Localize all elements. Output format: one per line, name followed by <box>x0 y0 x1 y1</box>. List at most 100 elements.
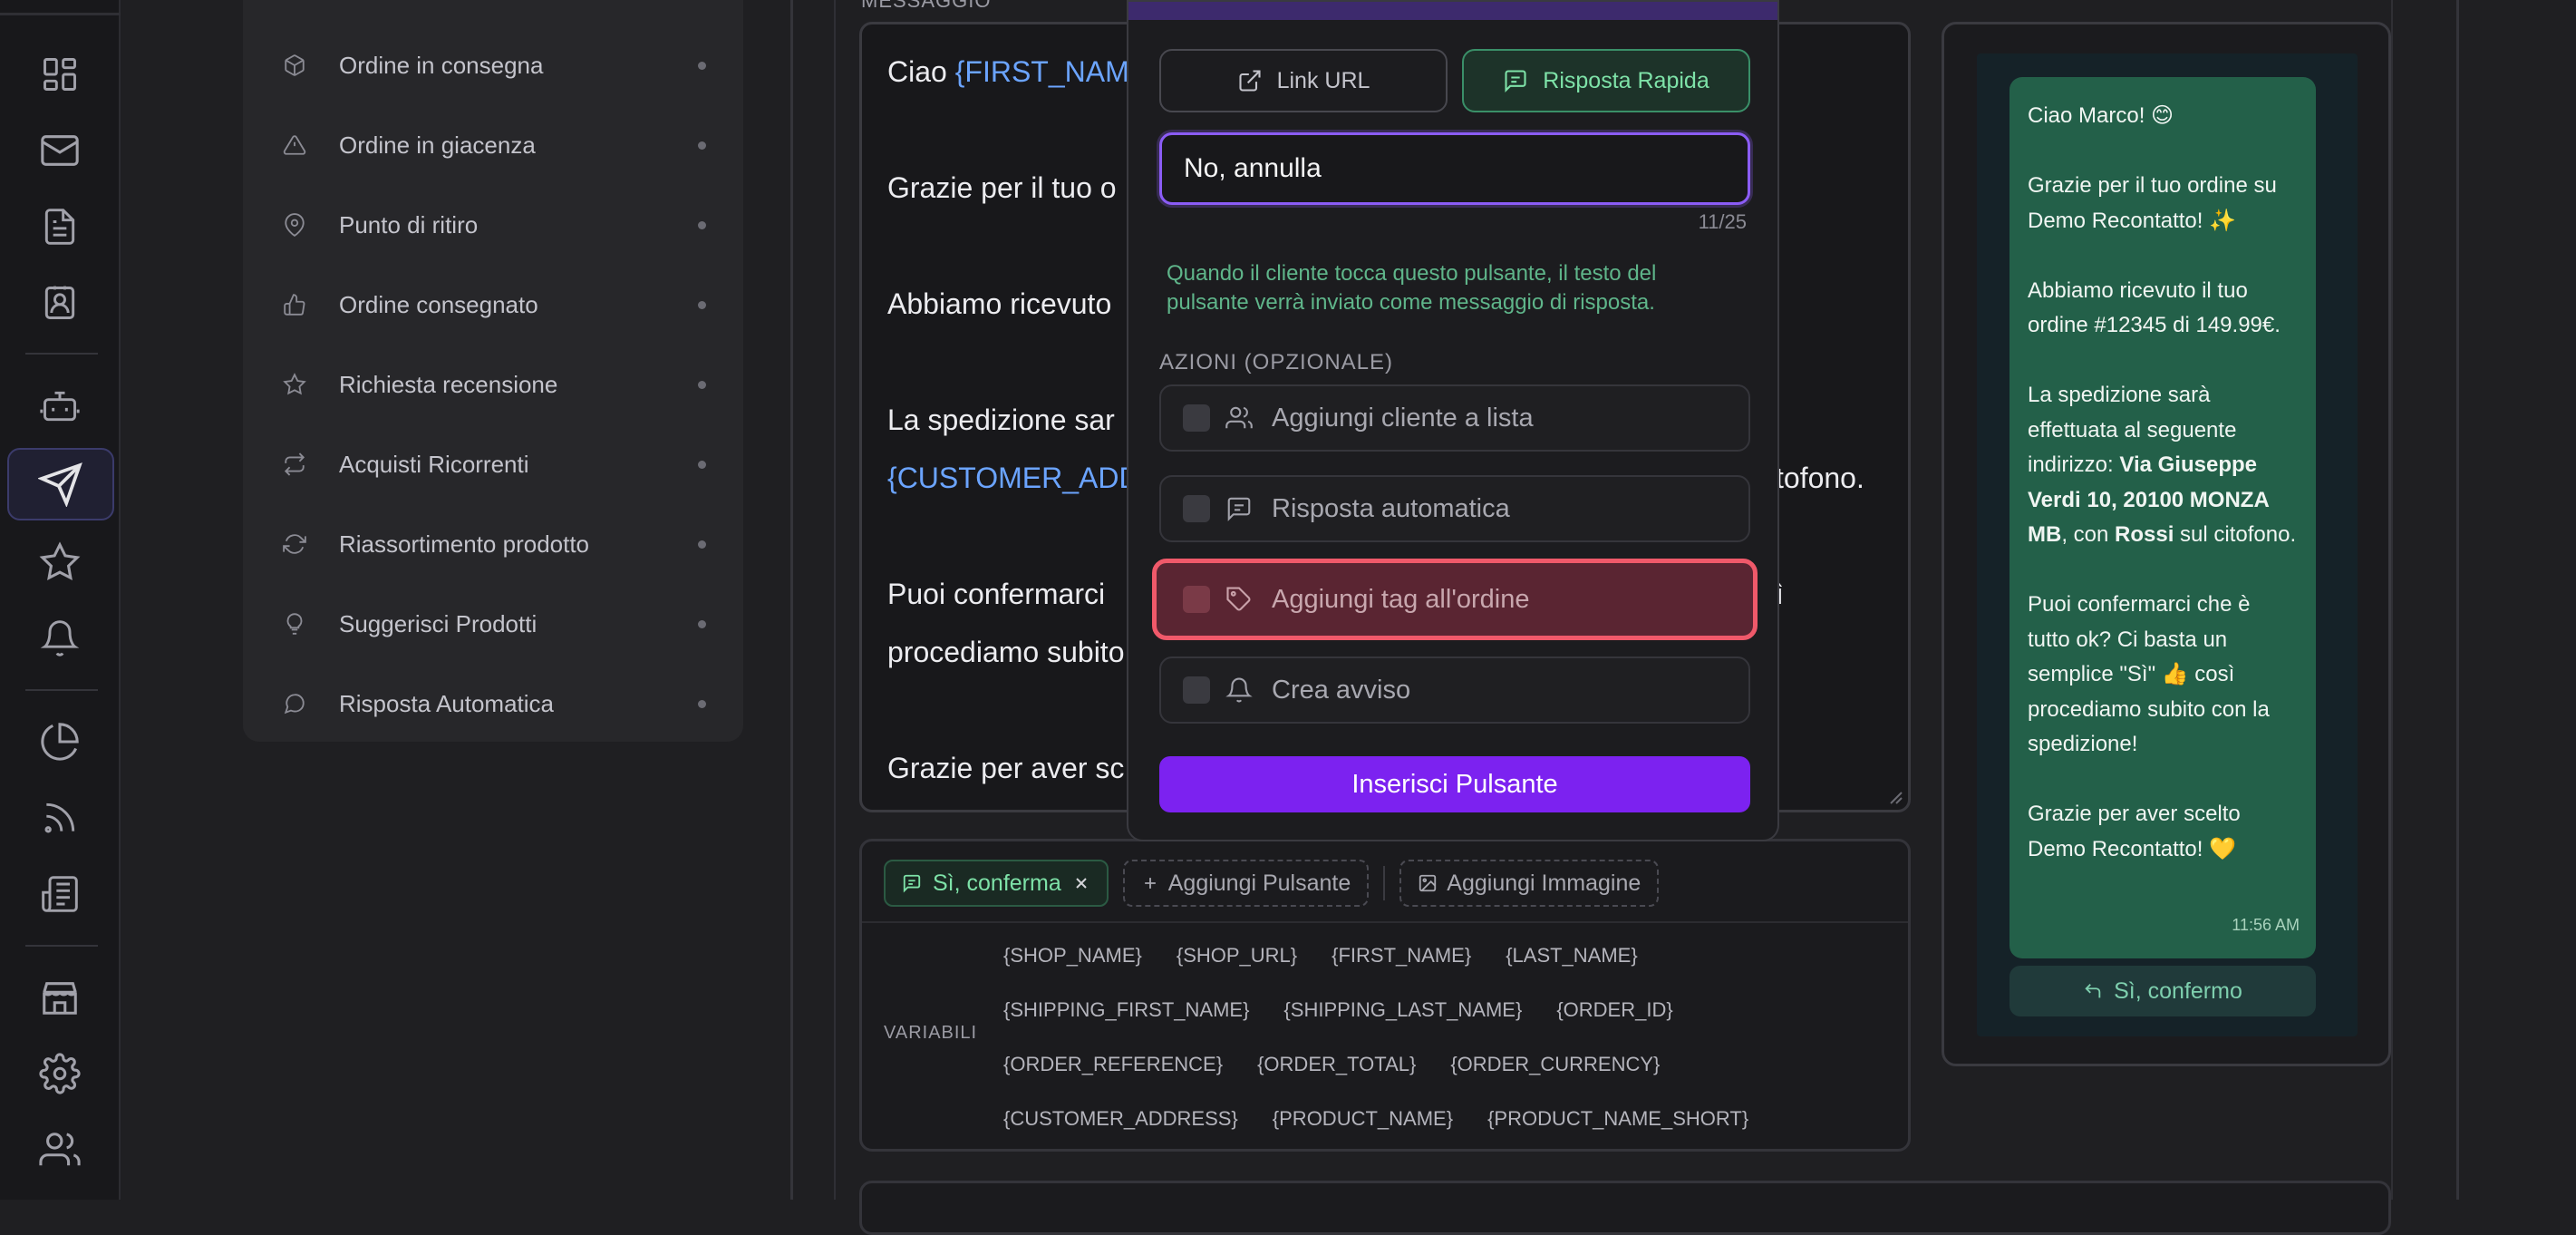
editor-line: tofono. <box>1776 462 1864 494</box>
rss-icon[interactable] <box>33 791 87 845</box>
chip-label: Sì, conferma <box>933 870 1061 896</box>
button-label-input[interactable]: No, annulla <box>1159 132 1750 205</box>
add-image-button[interactable]: Aggiungi Immagine <box>1399 860 1660 907</box>
action-label: Risposta automatica <box>1272 493 1510 523</box>
variable-chip[interactable]: {SHOP_NAME} <box>1003 944 1142 968</box>
plus-icon <box>1141 874 1159 892</box>
variable-chip[interactable]: {ORDER_TOTAL} <box>1257 1053 1416 1076</box>
users-icon[interactable] <box>33 1123 87 1177</box>
external-link-icon <box>1237 68 1263 93</box>
editor-line: Ciao {FIRST_NAM <box>887 55 1129 89</box>
mail-icon[interactable] <box>33 123 87 178</box>
bubble-text: sul citofono. <box>2174 522 2297 547</box>
whatsapp-preview: Ciao Marco! 😊 Grazie per il tuo ordine s… <box>1942 22 2391 1066</box>
list-item-label: Ordine in consegna <box>339 51 544 79</box>
insert-button[interactable]: Inserisci Pulsante <box>1159 756 1750 812</box>
next-section-card <box>859 1181 2391 1235</box>
message-bubble: Ciao Marco! 😊 Grazie per il tuo ordine s… <box>2009 77 2316 958</box>
rail-separator <box>25 945 98 947</box>
editor-line: Grazie per aver sc <box>887 752 1125 784</box>
message-timestamp: 11:56 AM <box>2232 915 2300 934</box>
document-icon[interactable] <box>33 199 87 254</box>
store-icon[interactable] <box>33 970 87 1025</box>
variable-chip[interactable]: {ORDER_CURRENCY} <box>1450 1053 1660 1076</box>
action-create-alert[interactable]: Crea avviso <box>1159 656 1750 724</box>
bubble-paragraph: Puoi confermarci che è tutto ok? Ci bast… <box>2028 592 2270 756</box>
checkbox[interactable] <box>1183 586 1210 613</box>
close-icon[interactable] <box>1072 874 1090 892</box>
list-item[interactable]: Acquisti Ricorrenti <box>243 424 743 504</box>
variable-chip[interactable]: {SHIPPING_LAST_NAME} <box>1283 998 1522 1022</box>
users-icon <box>1225 404 1254 433</box>
add-button-button[interactable]: Aggiungi Pulsante <box>1122 860 1370 907</box>
status-dot <box>698 460 706 469</box>
variable-chip[interactable]: {SHIPPING_FIRST_NAME} <box>1003 998 1249 1022</box>
link-url-toggle[interactable]: Link URL <box>1159 49 1448 112</box>
tag-icon <box>1225 585 1254 614</box>
character-counter: 11/25 <box>1698 210 1747 233</box>
action-auto-reply[interactable]: Risposta automatica <box>1159 475 1750 542</box>
checkbox[interactable] <box>1183 404 1210 432</box>
list-item[interactable]: Richiesta recensione <box>243 345 743 424</box>
repeat-icon <box>281 451 308 478</box>
variable-token: {FIRST_NAM <box>954 55 1129 88</box>
action-label: Aggiungi tag all'ordine <box>1272 584 1530 614</box>
action-add-order-tag[interactable]: Aggiungi tag all'ordine <box>1152 559 1758 640</box>
reply-arrow-icon <box>2083 981 2103 1001</box>
resize-handle-icon[interactable] <box>1886 788 1903 804</box>
bubble-name: Rossi <box>2115 522 2174 547</box>
status-dot <box>698 220 706 229</box>
star-icon[interactable] <box>33 535 87 589</box>
add-button-modal: Link URL Risposta Rapida No, annulla 11/… <box>1127 0 1779 841</box>
variable-chip[interactable]: {LAST_NAME} <box>1506 944 1638 968</box>
list-item[interactable]: Ordine consegnato <box>243 265 743 345</box>
editor-line: Abbiamo ricevuto <box>887 287 1112 320</box>
pie-chart-icon[interactable] <box>33 715 87 769</box>
quick-reply-toggle[interactable]: Risposta Rapida <box>1462 49 1750 112</box>
variables-label: VARIABILI <box>884 1023 978 1043</box>
action-label: Aggiungi cliente a lista <box>1272 403 1534 433</box>
message-reply-icon <box>902 873 922 893</box>
status-dot <box>698 619 706 628</box>
list-item[interactable]: Ordine in consegna <box>243 25 743 105</box>
status-dot <box>698 61 706 70</box>
buttons-variables-panel: Sì, conferma Aggiungi Pulsante Aggiungi … <box>859 839 1911 1152</box>
quick-reply-chip[interactable]: Sì, conferma <box>884 860 1109 907</box>
checkbox[interactable] <box>1183 676 1210 704</box>
modal-header-strip <box>1128 2 1777 20</box>
contact-card-icon[interactable] <box>33 276 87 330</box>
variable-chip[interactable]: {SHOP_URL} <box>1177 944 1297 968</box>
dashboard-icon[interactable] <box>33 47 87 102</box>
variable-chip[interactable]: {ORDER_ID} <box>1556 998 1672 1022</box>
variable-chip[interactable]: {PRODUCT_NAME} <box>1273 1107 1453 1131</box>
rail-separator <box>25 689 98 691</box>
link-url-label: Link URL <box>1276 67 1370 93</box>
list-item-label: Acquisti Ricorrenti <box>339 450 529 478</box>
editor-line: Puoi confermarci <box>887 578 1106 610</box>
newspaper-icon[interactable] <box>33 867 87 921</box>
list-item[interactable]: Suggerisci Prodotti <box>243 584 743 664</box>
main-column-border <box>790 0 793 1200</box>
list-item[interactable]: Risposta Automatica <box>243 664 743 744</box>
bot-icon[interactable] <box>33 379 87 433</box>
variable-chip[interactable]: {PRODUCT_NAME_SHORT} <box>1487 1107 1748 1131</box>
variable-chip[interactable]: {FIRST_NAME} <box>1332 944 1471 968</box>
settings-icon[interactable] <box>33 1046 87 1101</box>
chat-bubble-icon <box>281 690 308 717</box>
message-heading: MESSAGGIO <box>861 0 992 12</box>
status-dot <box>698 141 706 150</box>
list-item[interactable]: Punto di ritiro <box>243 185 743 265</box>
thumbs-up-icon <box>281 291 308 318</box>
bubble-paragraph: Ciao Marco! 😊 <box>2028 103 2174 128</box>
list-item[interactable]: Ordine in giacenza <box>243 105 743 185</box>
button-chip-row: Sì, conferma Aggiungi Pulsante Aggiungi … <box>884 860 1660 907</box>
variable-chip[interactable]: {ORDER_REFERENCE} <box>1003 1053 1223 1076</box>
list-item[interactable]: Riassortimento prodotto <box>243 504 743 584</box>
actions-label: AZIONI (OPZIONALE) <box>1159 350 1394 374</box>
send-icon[interactable] <box>7 448 114 520</box>
variable-chip[interactable]: {CUSTOMER_ADDRESS} <box>1003 1107 1238 1131</box>
action-add-to-list[interactable]: Aggiungi cliente a lista <box>1159 384 1750 452</box>
checkbox[interactable] <box>1183 495 1210 522</box>
bell-icon[interactable] <box>33 611 87 666</box>
list-item-label: Punto di ritiro <box>339 210 479 238</box>
